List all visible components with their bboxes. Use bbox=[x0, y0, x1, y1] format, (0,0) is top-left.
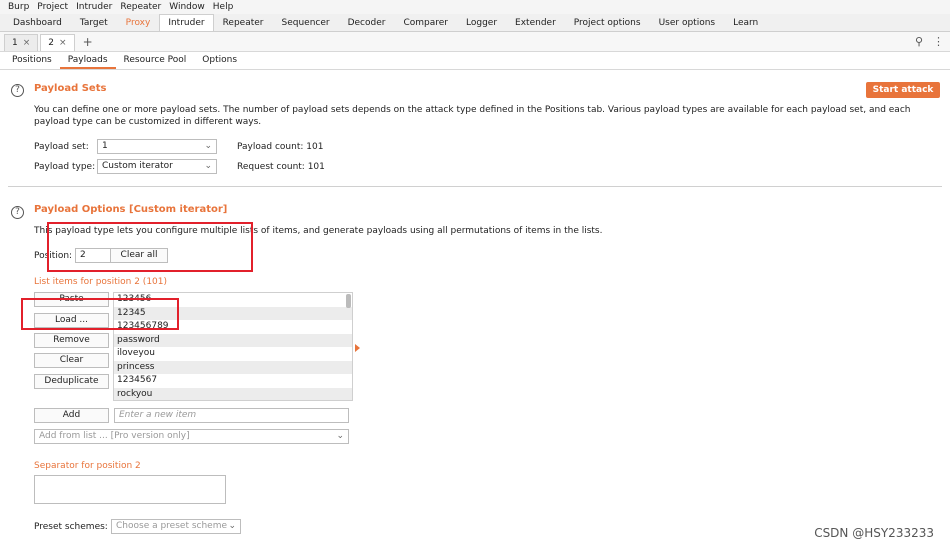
tab-label: 2 bbox=[48, 38, 55, 48]
preset-schemes-select[interactable]: Choose a preset scheme ⌄ bbox=[111, 519, 241, 534]
tool-tab-extender[interactable]: Extender bbox=[506, 14, 565, 31]
kebab-menu-icon[interactable]: ⋮ bbox=[933, 35, 944, 48]
tab-options[interactable]: Options bbox=[194, 52, 245, 69]
tool-tab-target[interactable]: Target bbox=[71, 14, 117, 31]
payload-count: Payload count: 101 bbox=[237, 142, 324, 152]
separator-label: Separator for position 2 bbox=[34, 461, 141, 471]
separator-input[interactable] bbox=[34, 475, 226, 504]
list-item[interactable]: princess bbox=[114, 360, 352, 374]
tab-payloads[interactable]: Payloads bbox=[59, 52, 116, 69]
add-tab-icon[interactable]: + bbox=[77, 34, 99, 51]
remove-button[interactable]: Remove bbox=[34, 333, 109, 348]
add-button[interactable]: Add bbox=[34, 408, 109, 423]
payload-sets-title: Payload Sets bbox=[34, 83, 107, 94]
start-attack-button[interactable]: Start attack bbox=[866, 82, 940, 98]
deduplicate-button[interactable]: Deduplicate bbox=[34, 374, 109, 389]
payload-type-select[interactable]: Custom iterator ⌄ bbox=[97, 159, 217, 174]
tool-tab-decoder[interactable]: Decoder bbox=[339, 14, 395, 31]
search-icon[interactable]: ⚲ bbox=[915, 35, 923, 48]
help-icon[interactable]: ? bbox=[11, 84, 24, 97]
chevron-down-icon: ⌄ bbox=[204, 141, 212, 151]
chevron-down-icon: ⌄ bbox=[336, 431, 344, 441]
preset-schemes-label: Preset schemes: bbox=[34, 522, 108, 532]
list-item[interactable]: password bbox=[114, 333, 352, 347]
attack-tab-2[interactable]: 2 × bbox=[40, 34, 75, 51]
chevron-down-icon: ⌄ bbox=[204, 161, 212, 171]
payload-set-label: Payload set: bbox=[34, 142, 89, 152]
intruder-sub-tabs: Positions Payloads Resource Pool Options bbox=[0, 52, 950, 70]
menu-help[interactable]: Help bbox=[213, 2, 234, 12]
attack-tabs: 1 × 2 × + ⚲ ⋮ bbox=[0, 32, 950, 52]
tool-tab-sequencer[interactable]: Sequencer bbox=[273, 14, 339, 31]
highlight-box-position bbox=[47, 222, 253, 272]
list-item[interactable]: rockyou bbox=[114, 387, 352, 400]
tab-resource-pool[interactable]: Resource Pool bbox=[116, 52, 195, 69]
tool-tab-user-options[interactable]: User options bbox=[650, 14, 725, 31]
payload-type-value: Custom iterator bbox=[102, 161, 173, 171]
tool-tab-learn[interactable]: Learn bbox=[724, 14, 767, 31]
highlight-box-load bbox=[21, 298, 179, 330]
add-from-list-select: Add from list ... [Pro version only] ⌄ bbox=[34, 429, 349, 444]
tab-positions[interactable]: Positions bbox=[4, 52, 60, 69]
tool-tab-repeater[interactable]: Repeater bbox=[214, 14, 273, 31]
tool-tab-intruder[interactable]: Intruder bbox=[159, 14, 214, 31]
preset-schemes-value: Choose a preset scheme bbox=[116, 521, 228, 531]
payload-type-label: Payload type: bbox=[34, 162, 96, 172]
attack-tab-1[interactable]: 1 × bbox=[4, 34, 39, 51]
menu-bar: Burp Project Intruder Repeater Window Help bbox=[0, 0, 950, 14]
expand-arrow-icon[interactable] bbox=[355, 344, 360, 352]
payload-sets-description: You can define one or more payload sets.… bbox=[34, 105, 911, 127]
tab-label: 1 bbox=[12, 38, 18, 48]
close-icon[interactable]: × bbox=[23, 38, 31, 48]
payload-options-title: Payload Options [Custom iterator] bbox=[34, 204, 228, 215]
list-item[interactable]: iloveyou bbox=[114, 347, 352, 361]
tool-tab-comparer[interactable]: Comparer bbox=[394, 14, 457, 31]
tool-tab-project-options[interactable]: Project options bbox=[565, 14, 650, 31]
clear-button[interactable]: Clear bbox=[34, 353, 109, 368]
close-icon[interactable]: × bbox=[59, 38, 67, 48]
menu-intruder[interactable]: Intruder bbox=[76, 2, 112, 12]
help-icon[interactable]: ? bbox=[11, 206, 24, 219]
chevron-down-icon: ⌄ bbox=[228, 521, 236, 531]
section-divider bbox=[8, 186, 942, 187]
menu-repeater[interactable]: Repeater bbox=[120, 2, 161, 12]
payload-set-select[interactable]: 1 ⌄ bbox=[97, 139, 217, 154]
list-item[interactable]: 1234567 bbox=[114, 374, 352, 388]
tool-tabs: Dashboard Target Proxy Intruder Repeater Sequ… bbox=[0, 14, 950, 32]
list-items-label: List items for position 2 (101) bbox=[34, 277, 168, 287]
menu-window[interactable]: Window bbox=[169, 2, 205, 12]
list-scrollbar[interactable] bbox=[346, 294, 351, 308]
new-item-input[interactable]: Enter a new item bbox=[114, 408, 349, 423]
tool-tab-dashboard[interactable]: Dashboard bbox=[4, 14, 71, 31]
payload-set-value: 1 bbox=[102, 141, 108, 151]
watermark: CSDN @HSY233233 bbox=[814, 526, 934, 540]
menu-burp[interactable]: Burp bbox=[8, 2, 29, 12]
menu-project[interactable]: Project bbox=[37, 2, 68, 12]
request-count: Request count: 101 bbox=[237, 162, 325, 172]
tool-tab-proxy[interactable]: Proxy bbox=[117, 14, 160, 31]
add-from-list-value: Add from list ... [Pro version only] bbox=[39, 431, 190, 441]
tool-tab-logger[interactable]: Logger bbox=[457, 14, 506, 31]
